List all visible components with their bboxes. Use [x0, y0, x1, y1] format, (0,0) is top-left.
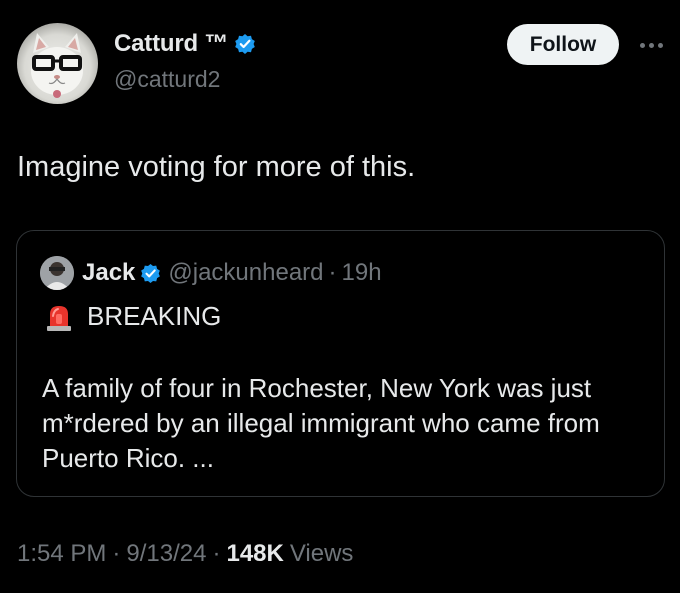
tweet-meta: 1:54 PM · 9/13/24 · 148K Views — [17, 540, 353, 568]
author-name-row: Catturd ™ — [114, 30, 256, 58]
author-display-name[interactable]: Catturd ™ — [114, 30, 228, 58]
views-count[interactable]: 148K — [226, 540, 283, 568]
author-handle[interactable]: @catturd2 — [114, 66, 220, 93]
quoted-author-avatar[interactable] — [40, 256, 74, 290]
meta-separator: · — [212, 540, 221, 567]
tweet-text: Imagine voting for more of this. — [17, 151, 416, 183]
quoted-body-line: A family of four in Rochester, New York … — [42, 373, 592, 403]
breaking-row: BREAKING — [44, 301, 221, 332]
author-avatar[interactable] — [17, 23, 98, 104]
follow-button[interactable]: Follow — [507, 24, 619, 65]
quoted-verified-badge-icon — [140, 263, 161, 284]
quoted-tweet-body: A family of four in Rochester, New York … — [42, 371, 652, 476]
verified-badge-icon — [234, 33, 256, 55]
cat-avatar-image — [31, 33, 83, 98]
quoted-author-handle[interactable]: @jackunheard — [168, 259, 323, 287]
quoted-body-line: Puerto Rico. ... — [42, 443, 214, 473]
quoted-separator: · — [328, 259, 337, 286]
more-options-icon[interactable] — [636, 30, 666, 60]
police-siren-icon — [44, 302, 74, 332]
quoted-author-name[interactable]: Jack — [82, 259, 135, 287]
breaking-label: BREAKING — [87, 301, 222, 331]
quoted-body-line: m*rdered by an illegal immigrant who cam… — [42, 408, 600, 438]
quoted-tweet-header: Jack @jackunheard · 19h — [40, 256, 382, 290]
tweet-time[interactable]: 1:54 PM — [17, 540, 106, 568]
meta-separator: · — [112, 540, 121, 567]
tweet-date[interactable]: 9/13/24 — [126, 540, 206, 568]
quoted-timestamp[interactable]: 19h — [342, 259, 382, 287]
quoted-tweet-card[interactable]: Jack @jackunheard · 19h BREAKING A famil… — [16, 230, 665, 497]
views-label[interactable]: Views — [290, 540, 354, 568]
